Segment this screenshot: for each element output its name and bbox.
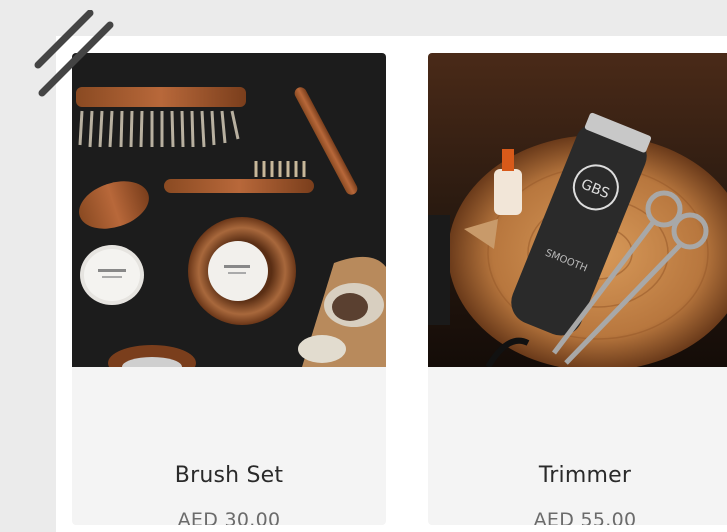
trimmer-photo: GBS SMOOTH	[428, 53, 727, 367]
product-price: AED 30.00	[177, 509, 281, 525]
product-name[interactable]: Brush Set	[72, 463, 386, 488]
product-price: AED 55.00	[533, 509, 637, 525]
product-card-brush-set[interactable]: Brush Set AED 30.00	[72, 53, 386, 525]
decorative-stripes-icon	[34, 10, 114, 97]
product-listing-page: Brush Set AED 30.00 GBS SMOOTH Trimmer A…	[0, 0, 727, 532]
product-card-trimmer[interactable]: GBS SMOOTH Trimmer AED 55.00	[428, 53, 727, 525]
product-image-trimmer[interactable]: GBS SMOOTH	[428, 53, 727, 367]
product-name[interactable]: Trimmer	[428, 463, 727, 488]
